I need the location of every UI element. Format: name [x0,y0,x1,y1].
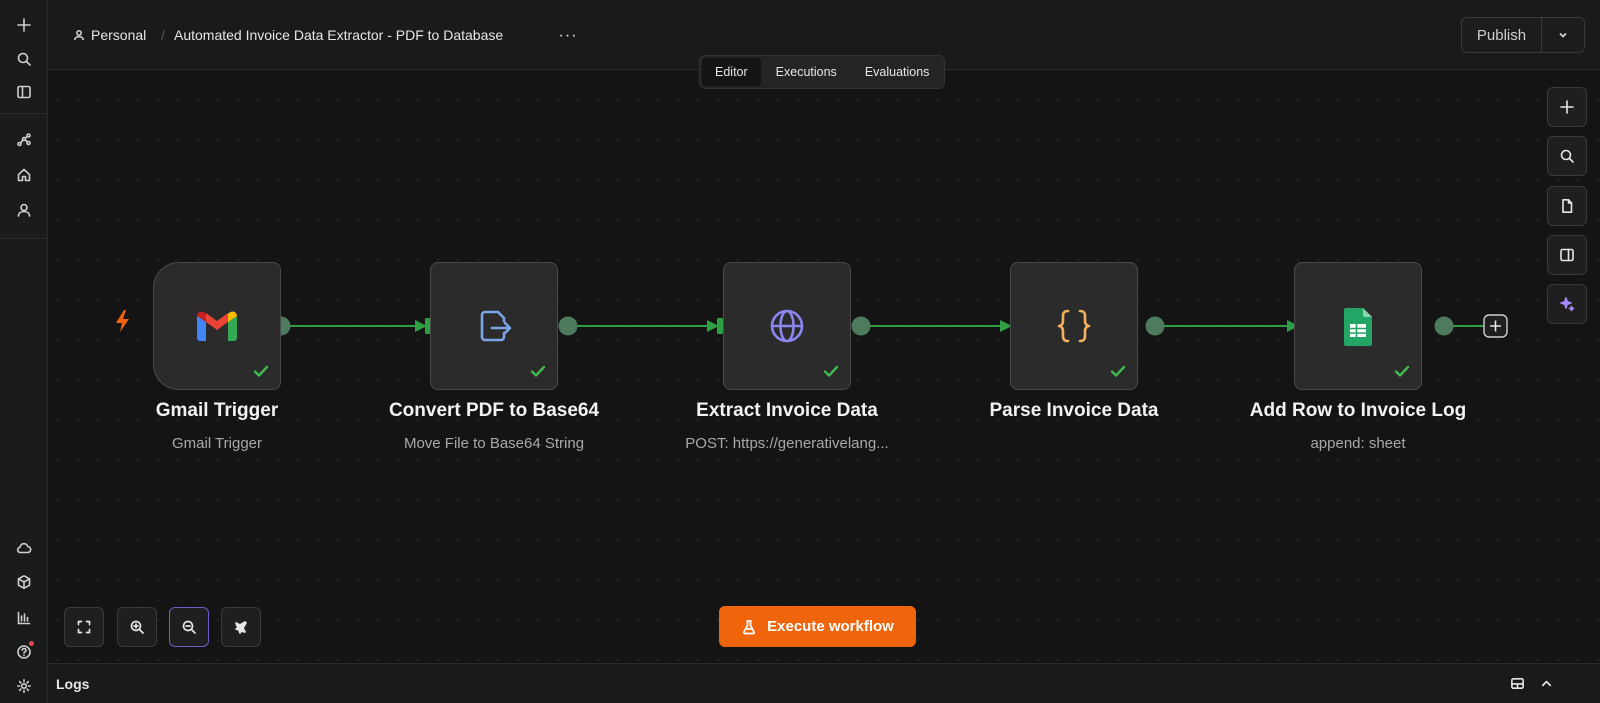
zoom-out-icon [182,620,196,634]
node-subtitle: Move File to Base64 String [403,435,585,452]
add-icon[interactable] [12,13,36,37]
node-add-row[interactable] [1294,262,1422,390]
flask-icon [743,619,756,634]
add-node-panel-button[interactable] [1547,87,1587,127]
code-braces-icon [1046,298,1102,354]
left-sidebar [0,0,48,703]
node-parse-invoice[interactable] [1010,262,1138,390]
breadcrumb-separator: / [161,27,165,43]
node-title: Extract Invoice Data [696,400,878,421]
gmail-icon [189,298,245,354]
node-extract-invoice[interactable] [723,262,851,390]
chevron-up-icon[interactable] [1537,674,1555,692]
user-icon [74,29,84,41]
user-icon[interactable] [12,198,36,222]
node-gmail-trigger[interactable] [153,262,281,390]
breadcrumb-project[interactable]: Personal [73,27,146,43]
fullscreen-icon [77,620,91,634]
notification-dot [29,641,34,646]
workflow-canvas[interactable]: Gmail Trigger Gmail Trigger Convert PDF … [48,70,1600,663]
sidebar-toggle-icon[interactable] [12,80,36,104]
logs-panel[interactable]: Logs [48,663,1600,703]
tidy-up-button[interactable] [221,607,261,647]
tab-evaluations[interactable]: Evaluations [852,58,943,86]
cloud-icon[interactable] [12,536,36,560]
settings-icon[interactable] [12,674,36,698]
file-export-icon [466,298,522,354]
chevron-down-icon [1559,32,1567,38]
app-window: Personal / Automated Invoice Data Extrac… [0,0,1600,703]
home-icon[interactable] [12,163,36,187]
publish-dropdown-button[interactable] [1542,18,1584,52]
broom-icon [235,621,247,634]
output-port[interactable] [1145,316,1165,336]
ai-assistant-button[interactable] [1547,284,1587,324]
workflows-icon[interactable] [12,128,36,152]
insights-icon[interactable] [12,606,36,630]
trigger-bolt-icon [116,310,129,332]
output-port[interactable] [851,316,871,336]
success-check-icon [528,361,548,381]
rail-divider [0,113,47,114]
node-subtitle: append: sheet [1310,435,1406,452]
logs-panel-toggle-icon[interactable] [1508,674,1526,692]
workflow-title[interactable]: Automated Invoice Data Extractor - PDF t… [174,27,503,43]
publish-group: Publish [1461,17,1585,53]
tab-editor[interactable]: Editor [702,58,761,86]
panel-icon [1560,248,1574,262]
search-icon[interactable] [12,47,36,71]
help-icon[interactable] [12,640,36,664]
google-sheets-icon [1330,298,1386,354]
node-subtitle: POST: https://generativelang... [685,435,889,452]
add-node-button[interactable] [1483,314,1508,338]
project-name: Personal [91,27,147,43]
node-title: Parse Invoice Data [989,400,1159,421]
globe-icon [759,298,815,354]
search-icon [1560,149,1574,163]
toggle-panel-button[interactable] [1547,235,1587,275]
tab-executions[interactable]: Executions [763,58,850,86]
package-icon[interactable] [12,570,36,594]
logs-label: Logs [56,676,90,692]
zoom-out-button[interactable] [169,607,209,647]
node-convert-pdf[interactable] [430,262,558,390]
success-check-icon [1392,361,1412,381]
zoom-in-button[interactable] [117,607,157,647]
node-title: Gmail Trigger [155,400,279,421]
node-title: Convert PDF to Base64 [388,400,600,421]
publish-button[interactable]: Publish [1462,18,1542,52]
plus-icon [1560,100,1574,114]
search-nodes-button[interactable] [1547,136,1587,176]
sparkle-icon [1560,297,1575,312]
output-port[interactable] [558,316,578,336]
rail-divider [0,238,47,239]
node-title: Add Row to Invoice Log [1249,400,1467,421]
document-icon [1562,199,1573,213]
success-check-icon [251,361,271,381]
fit-view-button[interactable] [64,607,104,647]
node-subtitle: Gmail Trigger [171,435,263,452]
success-check-icon [821,361,841,381]
execute-workflow-button[interactable]: Execute workflow [719,606,916,647]
view-tabs: Editor Executions Evaluations [699,55,946,89]
execute-workflow-label: Execute workflow [767,618,894,635]
zoom-in-icon [130,620,144,634]
success-check-icon [1108,361,1128,381]
more-options-button[interactable]: ··· [554,22,582,50]
output-port[interactable] [1434,316,1454,336]
sticky-note-button[interactable] [1547,186,1587,226]
